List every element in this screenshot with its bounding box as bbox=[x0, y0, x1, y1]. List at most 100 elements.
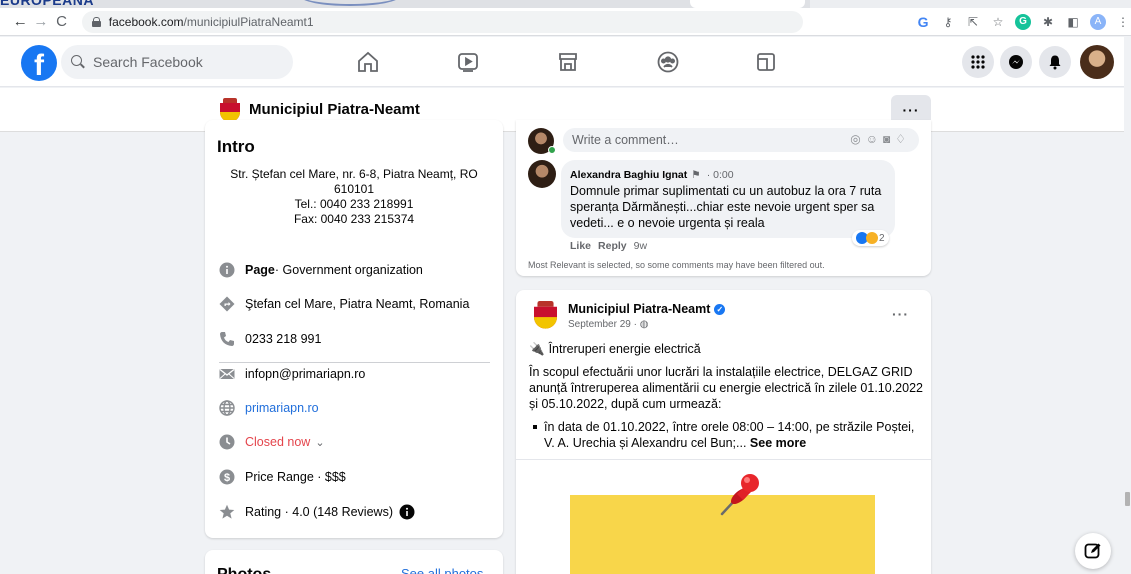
comment-tools-icons[interactable]: ◎☺◙♢ bbox=[850, 132, 911, 146]
url-path: /municipiulPiatraNeamt1 bbox=[183, 14, 314, 29]
address-bar[interactable]: facebook.com/municipiulPiatraNeamt1 bbox=[81, 10, 804, 33]
intro-row-location: Ştefan cel Mare, Piatra Neamt, Romania bbox=[219, 296, 469, 312]
sidepanel-icon[interactable]: ◧ bbox=[1065, 14, 1081, 30]
page-crest-icon[interactable] bbox=[220, 98, 240, 122]
telephone: Tel.: 0040 233 218991 bbox=[294, 197, 414, 211]
mail-icon bbox=[219, 366, 235, 382]
post-author: Municipiul Piatra-Neamt ✓ bbox=[568, 302, 726, 316]
rating-info-icon[interactable] bbox=[399, 504, 415, 520]
banner-text: EUROPEANA bbox=[0, 0, 94, 8]
page-name[interactable]: Municipiul Piatra-Neamt bbox=[249, 101, 420, 118]
groups-icon[interactable] bbox=[656, 50, 680, 74]
dollar-icon: $ bbox=[219, 469, 235, 485]
post-author-crest-icon[interactable] bbox=[534, 301, 557, 329]
comment-filter-note: Most Relevant is selected, so some comme… bbox=[528, 260, 825, 270]
comment-actions: Like Reply 9w bbox=[570, 240, 647, 252]
address-line-2: 610101 bbox=[333, 182, 375, 196]
see-all-photos-link[interactable]: See all photos bbox=[401, 566, 483, 574]
scrollbar-thumb[interactable] bbox=[1125, 492, 1130, 506]
lock-icon[interactable] bbox=[91, 16, 101, 27]
gaming-icon[interactable] bbox=[754, 50, 778, 74]
price-text: Price Range · $$$ bbox=[245, 470, 346, 484]
post-author-name[interactable]: Municipiul Piatra-Neamt bbox=[568, 302, 710, 316]
post-bullet: în data de 01.10.2022, între orele 08:00… bbox=[529, 419, 924, 451]
puzzle-icon[interactable]: ✱ bbox=[1040, 14, 1056, 30]
location-text[interactable]: Ştefan cel Mare, Piatra Neamt, Romania bbox=[245, 297, 469, 311]
intro-row-price: $ Price Range · $$$ bbox=[219, 469, 346, 485]
photos-card: Photos See all photos bbox=[205, 550, 503, 574]
browser-top-strip: EUROPEANA bbox=[0, 0, 1131, 8]
intro-row-website: primariapn.ro bbox=[219, 400, 319, 416]
key-icon[interactable]: ⚷ bbox=[940, 14, 956, 30]
plug-icon: 🔌 bbox=[529, 342, 545, 356]
divider bbox=[219, 362, 490, 363]
post-date-line: September 29 · ◍ bbox=[568, 319, 648, 330]
share-icon[interactable]: ⇱ bbox=[965, 14, 981, 30]
banner-logo-arc bbox=[300, 0, 400, 6]
phone-icon bbox=[219, 331, 235, 347]
comment-author-name[interactable]: Alexandra Baghiu Ignat bbox=[570, 169, 687, 181]
comment-author-line: Alexandra Baghiu Ignat ⚑ · 0:00 bbox=[570, 169, 734, 181]
grammarly-icon[interactable]: G bbox=[1015, 13, 1032, 30]
forward-arrow-icon[interactable]: → bbox=[31, 11, 52, 33]
intro-row-email: infopn@primariapn.ro bbox=[219, 366, 365, 382]
page-scrollbar[interactable] bbox=[1124, 37, 1131, 574]
verified-badge-icon: ✓ bbox=[714, 303, 726, 315]
back-arrow-icon[interactable]: ← bbox=[10, 11, 31, 33]
see-more-link[interactable]: See more bbox=[750, 436, 806, 450]
star-icon[interactable]: ☆ bbox=[990, 14, 1006, 30]
comment-age: 9w bbox=[633, 240, 648, 252]
menu-grid-icon[interactable] bbox=[962, 46, 994, 78]
reaction-count: 2 bbox=[879, 232, 885, 244]
notifications-bell-icon[interactable] bbox=[1039, 46, 1071, 78]
compose-icon bbox=[1084, 543, 1101, 559]
info-icon bbox=[219, 262, 235, 278]
messenger-icon[interactable] bbox=[1000, 46, 1032, 78]
home-icon[interactable] bbox=[356, 50, 380, 74]
browser-tab-strip bbox=[810, 0, 1131, 8]
write-comment-input[interactable]: Write a comment… ◎☺◙♢ bbox=[563, 128, 919, 152]
search-placeholder: Search Facebook bbox=[93, 54, 203, 70]
website-link[interactable]: primariapn.ro bbox=[245, 401, 319, 415]
comment-reply-button[interactable]: Reply bbox=[598, 240, 627, 252]
marketplace-icon[interactable] bbox=[556, 50, 580, 74]
post-more-button[interactable]: ··· bbox=[892, 306, 909, 322]
pushpin-icon bbox=[715, 470, 763, 520]
comment-like-button[interactable]: Like bbox=[570, 240, 591, 252]
browser-toolbar: ← → C facebook.com/municipiulPiatraNeamt… bbox=[0, 8, 1131, 36]
reload-icon[interactable]: C bbox=[51, 11, 72, 33]
browser-tab-active[interactable] bbox=[690, 0, 805, 8]
post-date[interactable]: September 29 · bbox=[568, 319, 640, 330]
post-bullet-text: în data de 01.10.2022, între orele 08:00… bbox=[544, 420, 915, 450]
watch-icon[interactable] bbox=[456, 50, 480, 74]
url-domain: facebook.com bbox=[108, 14, 184, 29]
globe-icon bbox=[219, 400, 235, 416]
new-message-button[interactable] bbox=[1075, 533, 1111, 569]
write-comment-placeholder: Write a comment… bbox=[572, 133, 679, 147]
search-icon bbox=[71, 55, 85, 69]
profile-avatar-icon[interactable]: A bbox=[1090, 13, 1107, 30]
category-value: · Government organization bbox=[274, 263, 423, 277]
comment-author-avatar[interactable] bbox=[528, 160, 556, 188]
facebook-logo-icon[interactable]: f bbox=[21, 45, 57, 81]
online-status-dot bbox=[548, 146, 556, 154]
clock-icon bbox=[219, 434, 235, 450]
hours-status[interactable]: Closed now bbox=[245, 435, 310, 449]
email-text[interactable]: infopn@primariapn.ro bbox=[245, 367, 365, 381]
post-body: În scopul efectuării unor lucrări la ins… bbox=[529, 365, 923, 411]
post-card: Municipiul Piatra-Neamt ✓ September 29 ·… bbox=[516, 290, 931, 574]
account-avatar[interactable] bbox=[1080, 45, 1114, 79]
flag-icon: ⚑ bbox=[691, 169, 701, 181]
comments-card: Write a comment… ◎☺◙♢ Alexandra Baghiu I… bbox=[516, 120, 931, 276]
intro-bio: Str. Ștefan cel Mare, nr. 6-8, Piatra Ne… bbox=[219, 167, 489, 227]
public-globe-icon: ◍ bbox=[639, 319, 649, 330]
google-icon[interactable]: G bbox=[915, 14, 931, 30]
intro-row-rating: Rating · 4.0 (148 Reviews) bbox=[219, 504, 415, 520]
comment-reactions[interactable]: 2 bbox=[852, 230, 889, 246]
intro-row-hours[interactable]: Closed now ⌄ bbox=[219, 434, 325, 450]
search-input[interactable]: Search Facebook bbox=[61, 45, 293, 79]
intro-row-phone: 0233 218 991 bbox=[219, 331, 321, 347]
comment-text: Domnule primar suplimentati cu un autobu… bbox=[570, 184, 882, 230]
chevron-down-icon[interactable]: ⌄ bbox=[315, 436, 324, 449]
kebab-menu-icon[interactable]: ⋮ bbox=[1115, 14, 1131, 30]
